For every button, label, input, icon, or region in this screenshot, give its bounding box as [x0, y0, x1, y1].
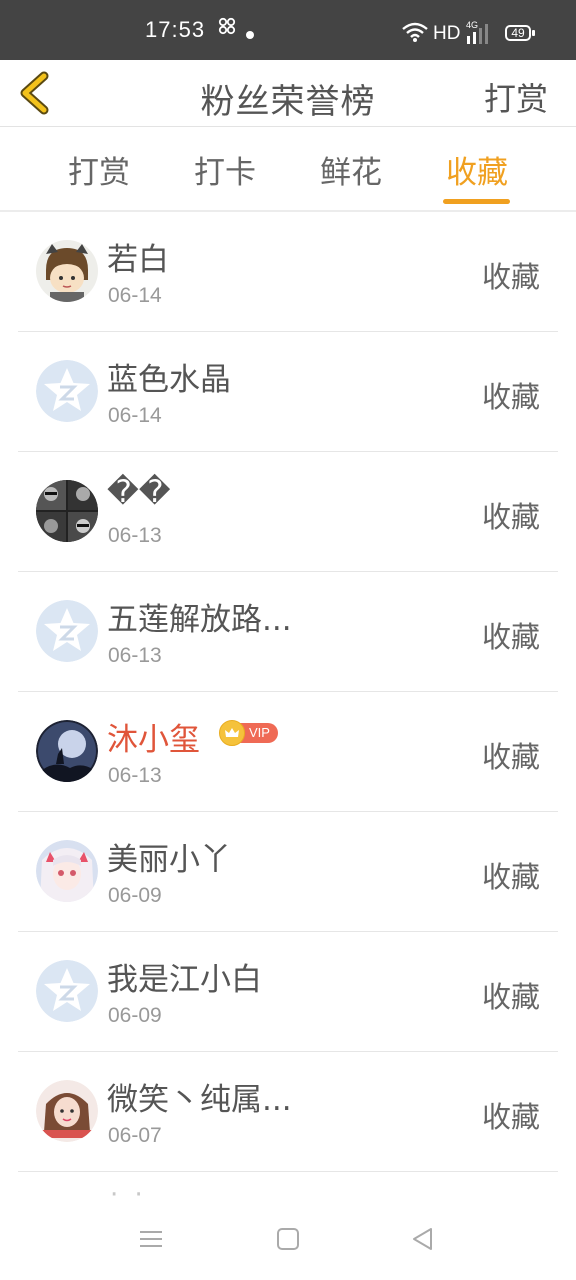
tab-favorites[interactable]: 收藏: [432, 147, 522, 192]
favorite-label: 收藏: [481, 1100, 540, 1134]
wifi-icon: [402, 22, 428, 47]
fan-name: 美丽小丫: [107, 842, 231, 878]
list-item[interactable]: 沐小玺 VIP 06-13 收藏: [18, 692, 558, 812]
crown-icon: [219, 720, 245, 746]
hd-indicator: HD: [433, 23, 461, 44]
fan-date: 06-14: [108, 404, 162, 427]
tab-checkin[interactable]: 打卡: [180, 147, 270, 192]
menu-icon[interactable]: [139, 1227, 163, 1255]
network-type: 4G: [466, 20, 479, 30]
cartoon-boy-avatar-icon: [36, 240, 98, 302]
battery-icon: 49: [505, 25, 531, 41]
fan-date: 06-13: [108, 524, 162, 547]
favorite-label: 收藏: [481, 620, 540, 654]
photo-girl-avatar-icon: [36, 1080, 98, 1142]
list-item[interactable]: 若白 06-14 收藏: [18, 212, 558, 332]
battery-tip: [532, 30, 535, 36]
back-triangle-icon[interactable]: [411, 1227, 435, 1255]
favorite-label: 收藏: [481, 380, 540, 414]
tab-bar: 打赏 打卡 鲜花 收藏: [0, 127, 576, 212]
list-item[interactable]: �� 06-13 收藏: [18, 452, 558, 572]
fan-name: 沐小玺: [107, 722, 200, 758]
fan-date: 06-14: [108, 284, 162, 307]
default-qzone-avatar-icon: [36, 360, 98, 422]
status-time: 17:53: [145, 17, 206, 42]
reward-button[interactable]: 打赏: [484, 74, 548, 120]
default-qzone-avatar-icon: [36, 960, 98, 1022]
favorite-label: 收藏: [481, 500, 540, 534]
list-item[interactable]: 美丽小丫 06-09 收藏: [18, 812, 558, 932]
home-square-icon[interactable]: [276, 1227, 300, 1255]
avatar: [36, 840, 98, 902]
fan-date: 06-13: [108, 764, 162, 787]
favorite-label: 收藏: [481, 860, 540, 894]
avatar: [36, 480, 98, 542]
favorite-label: 收藏: [481, 740, 540, 774]
list-item[interactable]: 微笑丶纯属... 06-07 收藏: [18, 1052, 558, 1172]
fan-name: 我是江小白: [107, 962, 262, 998]
fan-list: 若白 06-14 收藏 蓝色水晶 06-14 收藏 �� 06-13 收藏 五莲…: [0, 212, 576, 1212]
status-bar: 17:53 HD 4G 49: [0, 0, 576, 60]
avatar: [36, 1080, 98, 1142]
list-item[interactable]: 蓝色水晶 06-14 收藏: [18, 332, 558, 452]
grid-photo-avatar-icon: [36, 480, 98, 542]
list-item[interactable]: 五莲解放路... 06-13 收藏: [18, 572, 558, 692]
moon-night-avatar-icon: [36, 720, 98, 782]
avatar: [36, 360, 98, 422]
tab-reward[interactable]: 打赏: [54, 147, 144, 192]
fan-name: 微笑丶纯属...: [107, 1082, 292, 1118]
tab-flowers[interactable]: 鲜花: [306, 147, 396, 192]
list-item[interactable]: 我是江小白 06-09 收藏: [18, 932, 558, 1052]
fan-name: ��: [107, 474, 171, 510]
avatar: [36, 240, 98, 302]
avatar: [36, 720, 98, 782]
active-tab-indicator: [443, 199, 510, 204]
favorite-label: 收藏: [481, 980, 540, 1014]
fan-date: 06-07: [108, 1124, 162, 1147]
fan-name: 五莲解放路...: [107, 602, 292, 638]
fan-name: 蓝色水晶: [107, 362, 231, 398]
vip-badge: VIP: [219, 720, 278, 746]
avatar: [36, 600, 98, 662]
header: 粉丝荣誉榜 打赏: [0, 60, 576, 127]
system-nav-bar: [0, 1205, 576, 1280]
fan-date: 06-13: [108, 644, 162, 667]
default-qzone-avatar-icon: [36, 600, 98, 662]
favorite-label: 收藏: [481, 260, 540, 294]
fan-date: 06-09: [108, 884, 162, 907]
fan-name: 若白: [107, 242, 169, 278]
notification-dot-icon: [246, 31, 254, 39]
avatar: [36, 960, 98, 1022]
anime-girl-avatar-icon: [36, 840, 98, 902]
notification-icon: [218, 17, 236, 40]
fan-date: 06-09: [108, 1004, 162, 1027]
